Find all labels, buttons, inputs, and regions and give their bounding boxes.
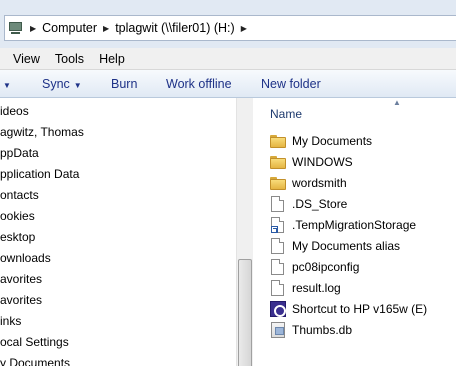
command-toolbar: ▼ Sync ▼ Burn Work offline New folder <box>0 70 456 98</box>
file-row[interactable]: My Documents alias <box>270 236 400 256</box>
file-name: pc08ipconfig <box>292 260 360 274</box>
computer-icon <box>8 21 24 35</box>
menu-bar: View Tools Help <box>0 48 456 70</box>
file-icon <box>271 259 284 275</box>
file-row[interactable]: Shortcut to HP v165w (E) <box>270 299 427 319</box>
new-folder-button[interactable]: New folder <box>261 77 321 91</box>
sync-button[interactable]: Sync ▼ <box>42 77 82 91</box>
file-row[interactable]: result.log <box>270 278 341 298</box>
burn-button[interactable]: Burn <box>111 77 137 91</box>
file-name: Shortcut to HP v165w (E) <box>292 302 428 316</box>
file-icon <box>271 238 284 254</box>
address-bar-area: ▶ Computer ▶ tplagwit (\\filer01) (H:) ▶ <box>0 0 456 48</box>
file-row[interactable]: .DS_Store <box>270 194 347 214</box>
file-name: My Documents alias <box>292 239 401 253</box>
nav-item-appdata[interactable]: ppData <box>0 146 39 160</box>
file-icon <box>271 196 284 212</box>
sync-label: Sync <box>42 77 70 91</box>
nav-item-user[interactable]: agwitz, Thomas <box>0 125 84 139</box>
file-row[interactable]: Thumbs.db <box>270 320 352 340</box>
file-name: Thumbs.db <box>292 323 353 337</box>
file-name: WINDOWS <box>292 155 353 169</box>
menu-view[interactable]: View <box>13 52 40 66</box>
thumbs-db-icon <box>271 322 285 338</box>
nav-item-desktop[interactable]: esktop <box>0 230 35 244</box>
hp-drive-icon <box>270 301 286 317</box>
navigation-pane: ideos agwitz, Thomas ppData pplication D… <box>0 98 236 366</box>
file-list-pane: ▲ Name My Documents WINDOWS wordsmith .D… <box>254 98 456 366</box>
nav-item-contacts[interactable]: ontacts <box>0 188 39 202</box>
file-row[interactable]: WINDOWS <box>270 152 353 172</box>
file-row[interactable]: pc08ipconfig <box>270 257 359 277</box>
column-header-name[interactable]: Name <box>270 107 302 121</box>
folder-icon <box>270 155 286 169</box>
nav-item-favorites[interactable]: avorites <box>0 272 42 286</box>
nav-item-favorites-2[interactable]: avorites <box>0 293 42 307</box>
nav-item-downloads[interactable]: ownloads <box>0 251 51 265</box>
organize-caret-icon[interactable]: ▼ <box>3 77 11 91</box>
file-name: .DS_Store <box>292 197 348 211</box>
file-name: My Documents <box>292 134 373 148</box>
nav-item-my-documents[interactable]: y Documents <box>0 356 70 366</box>
file-name: result.log <box>292 281 341 295</box>
nav-item-links[interactable]: inks <box>0 314 21 328</box>
nav-item-application-data[interactable]: pplication Data <box>0 167 79 181</box>
chevron-down-icon: ▼ <box>73 81 82 90</box>
shortcut-file-icon <box>271 217 284 233</box>
breadcrumb-arrow-icon[interactable]: ▶ <box>241 24 247 33</box>
nav-item-local-settings[interactable]: ocal Settings <box>0 335 69 349</box>
sort-ascending-icon: ▲ <box>393 98 401 107</box>
scrollbar-thumb[interactable] <box>238 259 252 366</box>
file-row[interactable]: .TempMigrationStorage <box>270 215 416 235</box>
work-offline-button[interactable]: Work offline <box>166 77 232 91</box>
file-name: .TempMigrationStorage <box>292 218 417 232</box>
file-row[interactable]: wordsmith <box>270 173 347 193</box>
folder-icon <box>270 176 286 190</box>
nav-item-cookies[interactable]: ookies <box>0 209 35 223</box>
menu-help[interactable]: Help <box>99 52 125 66</box>
nav-scrollbar[interactable] <box>236 98 253 366</box>
folder-icon <box>270 134 286 148</box>
breadcrumb-computer[interactable]: Computer <box>42 21 97 35</box>
file-row[interactable]: My Documents <box>270 131 372 151</box>
nav-item-videos[interactable]: ideos <box>0 104 29 118</box>
file-name: wordsmith <box>292 176 347 190</box>
menu-tools[interactable]: Tools <box>55 52 84 66</box>
breadcrumb-arrow-icon[interactable]: ▶ <box>30 24 36 33</box>
address-bar[interactable]: ▶ Computer ▶ tplagwit (\\filer01) (H:) ▶ <box>4 15 456 41</box>
file-icon <box>271 280 284 296</box>
breadcrumb-drive[interactable]: tplagwit (\\filer01) (H:) <box>115 21 234 35</box>
breadcrumb-arrow-icon[interactable]: ▶ <box>103 24 109 33</box>
